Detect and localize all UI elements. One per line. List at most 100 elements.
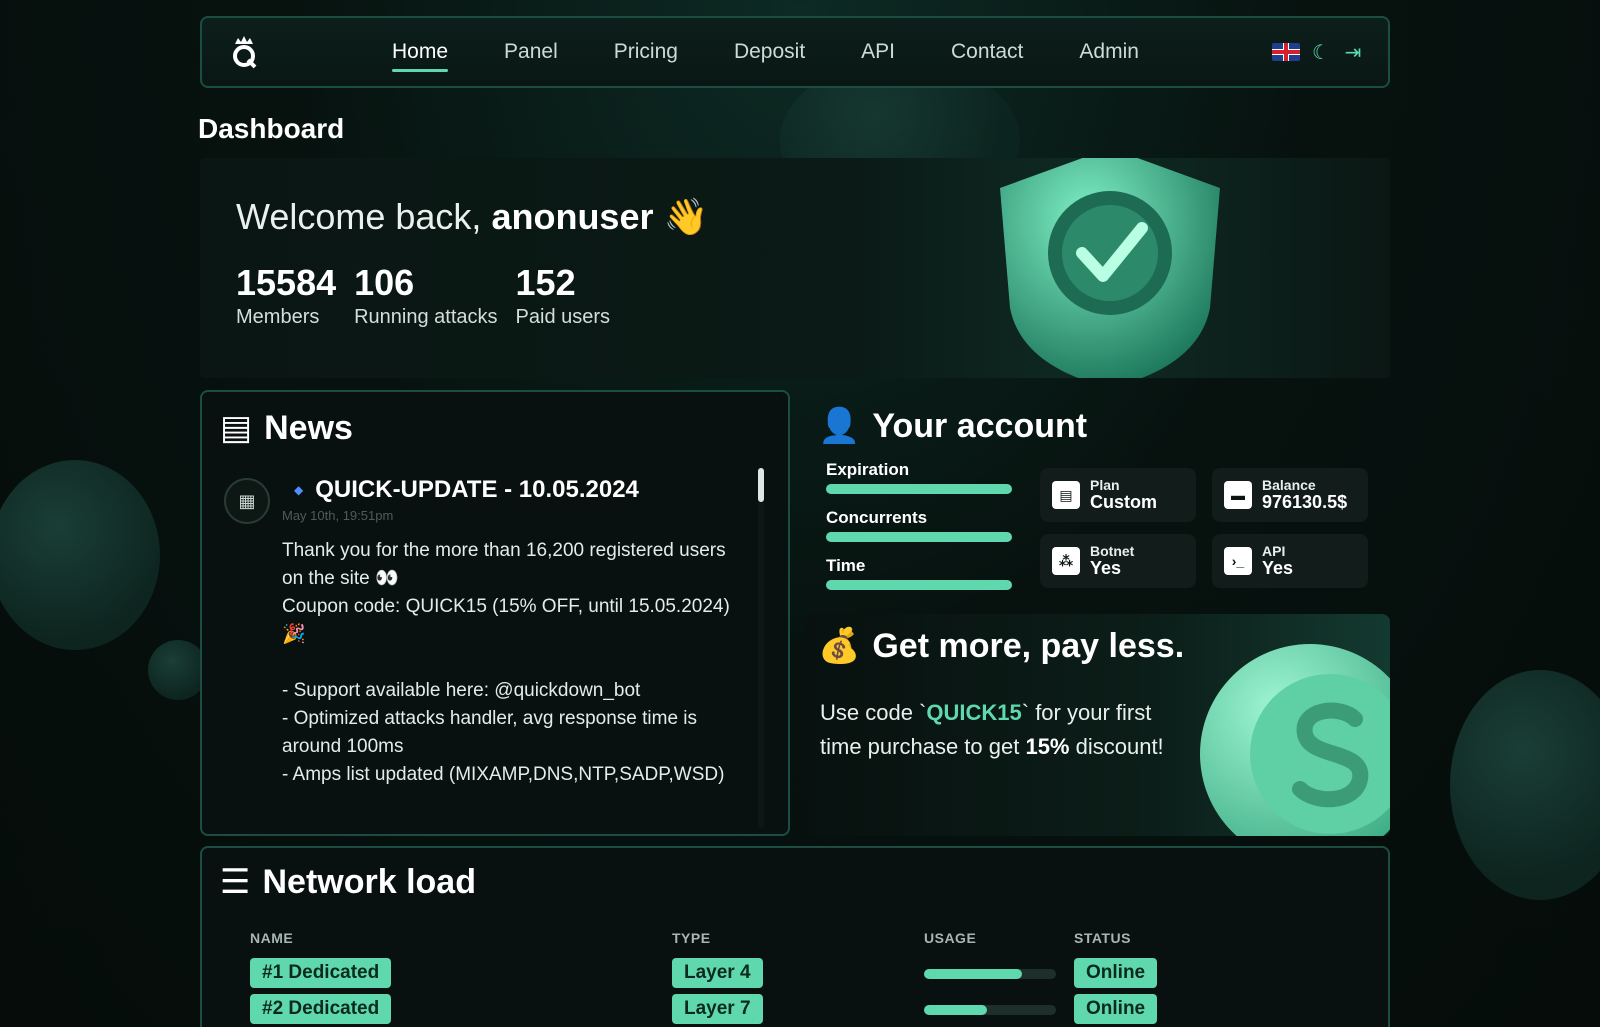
account-title: 👤 Your account (818, 406, 1087, 446)
diamond-icon: ◆ (294, 483, 304, 497)
limit-item: Expiration (826, 460, 1012, 494)
account-title-text: Your account (872, 406, 1088, 445)
account-tile-plan: ▤ Plan Custom (1040, 468, 1196, 522)
nav-link-home[interactable]: Home (392, 40, 449, 72)
stat-item: 152 Paid users (516, 262, 611, 329)
column-header-name: NAME (250, 930, 294, 946)
limit-bar (826, 532, 1012, 542)
limit-item: Time (826, 556, 1012, 590)
server-icon: ☰ (220, 863, 251, 901)
site-logo-icon[interactable] (226, 32, 262, 72)
background-orb (1450, 670, 1600, 900)
background-orb (148, 640, 208, 700)
usage-bar-fill (924, 969, 1022, 979)
promo-title-text: Get more, pay less. (872, 626, 1185, 665)
news-line: - Support available here: @quickdown_bot (282, 680, 641, 701)
news-line: - Amps list updated (MIXAMP,DNS,NTP,SADP… (282, 764, 725, 785)
username: anonuser (491, 196, 654, 237)
column-header-usage: USAGE (924, 930, 977, 946)
tile-value: 976130.5$ (1262, 492, 1348, 512)
news-title-text: News (264, 408, 353, 447)
news-item: ▦ ◆ QUICK-UPDATE - 10.05.2024 May 10th, … (224, 476, 744, 789)
money-bag-icon: 💰 (818, 627, 861, 665)
botnet-icon: ⁂ (1052, 547, 1080, 575)
account-card: 👤 Your account Expiration Concurrents Time… (806, 390, 1390, 606)
scrollbar-thumb[interactable] (758, 468, 764, 502)
news-card: ▤ News ▦ ◆ QUICK-UPDATE - 10.05.2024 May… (200, 390, 790, 836)
stat-label: Members (236, 306, 320, 328)
account-tile-balance: ▬ Balance 976130.5$ (1212, 468, 1368, 522)
limit-item: Concurrents (826, 508, 1012, 542)
news-headline-text: QUICK-UPDATE - 10.05.2024 (315, 476, 639, 503)
server-type-badge: Layer 7 (672, 994, 763, 1024)
network-load-card: ☰ Network load NAME TYPE USAGE STATUS #1 Ded… (200, 846, 1390, 1027)
status-badge: Online (1074, 994, 1158, 1024)
limit-label: Time (826, 556, 866, 575)
top-navbar: Home Panel Pricing Deposit API Contact Admin ☾… (200, 16, 1390, 88)
news-line: 🎉 (282, 624, 306, 645)
tile-label: Botnet (1090, 543, 1135, 559)
shield-check-icon (1000, 158, 1220, 378)
background-orb (0, 460, 160, 650)
limit-label: Concurrents (826, 508, 928, 527)
welcome-prefix: Welcome back, (236, 196, 482, 237)
column-header-type: TYPE (672, 930, 711, 946)
promo-text-part: Use code ` (820, 700, 927, 725)
nav-link-admin[interactable]: Admin (1079, 40, 1139, 64)
news-body: Thank you for the more than 16,200 regis… (282, 537, 744, 789)
uk-flag-icon[interactable] (1272, 43, 1300, 61)
stat-value: 152 (515, 262, 576, 303)
terminal-icon: ›_ (1224, 547, 1252, 575)
table-row: #2 Dedicated Layer 7 Online (250, 994, 1350, 1026)
newspaper-icon: ▤ (220, 409, 253, 447)
limit-bar-fill (826, 484, 1012, 494)
logout-icon[interactable]: ⇥ (1342, 40, 1364, 65)
limit-bar-fill (826, 580, 1012, 590)
moon-icon[interactable]: ☾ (1310, 40, 1332, 65)
usage-bar (924, 1005, 1056, 1015)
usage-bar (924, 969, 1056, 979)
column-header-status: STATUS (1074, 930, 1131, 946)
stat-item: 106 Running attacks (354, 262, 497, 329)
promo-code: QUICK15 (926, 700, 1022, 725)
promo-text-part: discount! (1069, 734, 1164, 759)
news-headline: ◆ QUICK-UPDATE - 10.05.2024 (294, 476, 744, 504)
account-tile-api: ›_ API Yes (1212, 534, 1368, 588)
welcome-hero: Welcome back, anonuser 👋 15584 Members 106… (200, 158, 1390, 378)
table-row: #1 Dedicated Layer 4 Online (250, 958, 1350, 990)
nav-link-panel[interactable]: Panel (504, 40, 558, 64)
news-line: Thank you for the more than 16,200 regis… (282, 540, 726, 589)
limit-bar (826, 580, 1012, 590)
account-tile-botnet: ⁂ Botnet Yes (1040, 534, 1196, 588)
stats-row: 15584 Members 106 Running attacks 152 Paid us… (236, 262, 610, 329)
network-title-text: Network load (262, 862, 476, 901)
nav-link-deposit[interactable]: Deposit (734, 40, 805, 64)
nav-link-pricing[interactable]: Pricing (614, 40, 678, 64)
nav-link-contact[interactable]: Contact (951, 40, 1023, 64)
stat-item: 15584 Members (236, 262, 336, 329)
limit-label: Expiration (826, 460, 910, 479)
dollar-coin-icon (1200, 644, 1390, 836)
promo-title: 💰 Get more, pay less. (818, 626, 1184, 666)
nav-links: Home Panel Pricing Deposit API Contact Admin (392, 40, 1139, 72)
tile-label: Plan (1090, 477, 1120, 493)
tile-value: Yes (1090, 558, 1122, 578)
server-name-badge: #2 Dedicated (250, 994, 392, 1024)
page-title: Dashboard (198, 113, 345, 144)
user-icon: 👤 (818, 407, 861, 445)
news-line: - Optimized attacks handler, avg respons… (282, 708, 698, 757)
network-title: ☰ Network load (220, 862, 476, 902)
nav-link-api[interactable]: API (861, 40, 895, 64)
wallet-icon: ▬ (1224, 481, 1252, 509)
account-limits: Expiration Concurrents Time (826, 460, 1012, 604)
tile-label: Balance (1262, 477, 1316, 493)
wave-emoji: 👋 (663, 196, 709, 237)
status-badge: Online (1074, 958, 1158, 988)
limit-bar (826, 484, 1012, 494)
server-type-badge: Layer 4 (672, 958, 763, 988)
promo-text: Use code `QUICK15` for your first time p… (820, 696, 1180, 764)
news-scrollbar[interactable] (758, 468, 764, 828)
nav-actions: ☾ ⇥ (1272, 40, 1364, 65)
tile-value: Custom (1090, 492, 1157, 512)
news-title: ▤ News (220, 408, 353, 448)
